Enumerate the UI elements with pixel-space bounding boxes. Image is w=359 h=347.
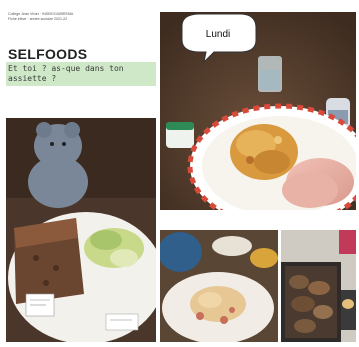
- photo-grilled-tray: [281, 230, 356, 342]
- meta-line-1: College Jean Vivier · INSEE/CM/BREMA: [8, 12, 74, 16]
- photo-plate-lundi: Lundi: [160, 12, 356, 210]
- photo-quiche-salad: [6, 118, 156, 342]
- photo-pasta-dish-image: [160, 230, 278, 342]
- photo-quiche-salad-image: [6, 118, 156, 342]
- question-text: Et toi ? as-que dans ton assiette ?: [8, 64, 124, 83]
- speech-bubble-text: Lundi: [206, 29, 230, 40]
- photo-pasta-dish: [160, 230, 278, 342]
- photo-grilled-tray-image: [281, 230, 356, 342]
- page-title: SELFOODS: [8, 46, 88, 62]
- meta-line-2: Fiche élève · année scolaire 2021-22: [8, 17, 68, 21]
- question-band: Et toi ? as-que dans ton assiette ?: [6, 62, 156, 86]
- photo-plate-lundi-image: Lundi: [160, 12, 356, 210]
